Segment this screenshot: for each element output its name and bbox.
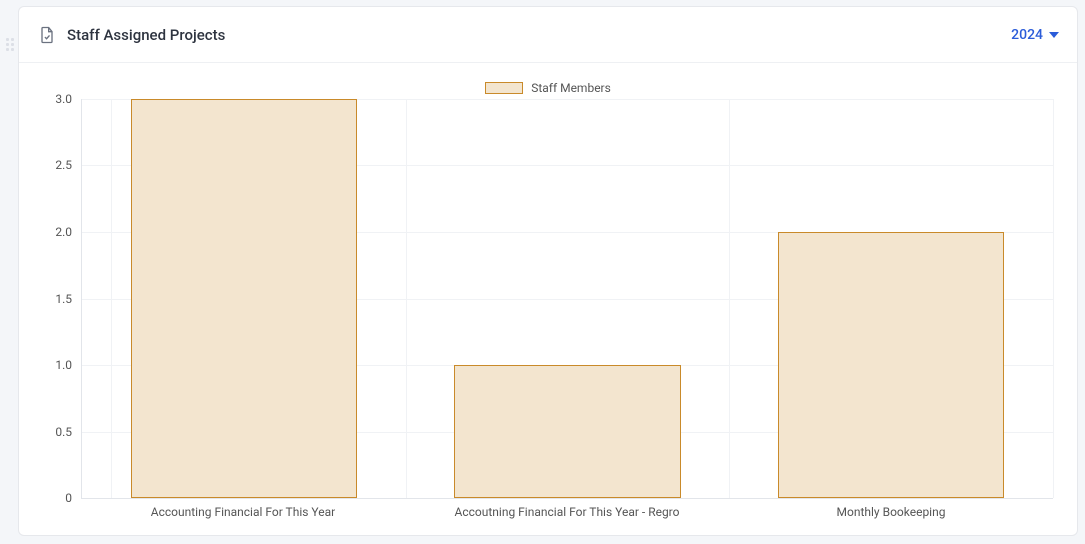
y-tick-label: 1.0 — [55, 358, 82, 372]
y-tick-label: 0 — [65, 491, 82, 505]
chart-plot: 00.51.01.52.02.53.0 — [81, 99, 1053, 499]
card-title: Staff Assigned Projects — [67, 26, 225, 44]
chevron-down-icon — [1049, 32, 1059, 38]
legend-swatch — [485, 82, 523, 94]
bar[interactable] — [778, 232, 1005, 498]
chart-card: Staff Assigned Projects 2024 Staff Membe… — [18, 6, 1078, 536]
bar[interactable] — [131, 99, 358, 498]
year-selector[interactable]: 2024 — [1011, 27, 1059, 43]
chart-legend: Staff Members — [33, 81, 1063, 95]
y-tick-label: 3.0 — [55, 92, 82, 106]
bar[interactable] — [454, 365, 681, 498]
y-tick-label: 2.0 — [55, 225, 82, 239]
document-check-icon — [37, 24, 57, 46]
x-tick-label: Monthly Bookeeping — [729, 505, 1053, 519]
y-tick-label: 0.5 — [55, 425, 82, 439]
x-tick-label: Accoutning Financial For This Year - Reg… — [405, 505, 729, 519]
legend-label: Staff Members — [531, 81, 611, 95]
y-tick-label: 2.5 — [55, 158, 82, 172]
x-tick-label: Accounting Financial For This Year — [81, 505, 405, 519]
year-label: 2024 — [1011, 27, 1043, 43]
chart-area: Staff Members 00.51.01.52.02.53.0 Accoun… — [19, 63, 1077, 535]
card-header: Staff Assigned Projects 2024 — [19, 7, 1077, 63]
x-axis-labels: Accounting Financial For This YearAccout… — [81, 499, 1053, 519]
y-tick-label: 1.5 — [55, 292, 82, 306]
